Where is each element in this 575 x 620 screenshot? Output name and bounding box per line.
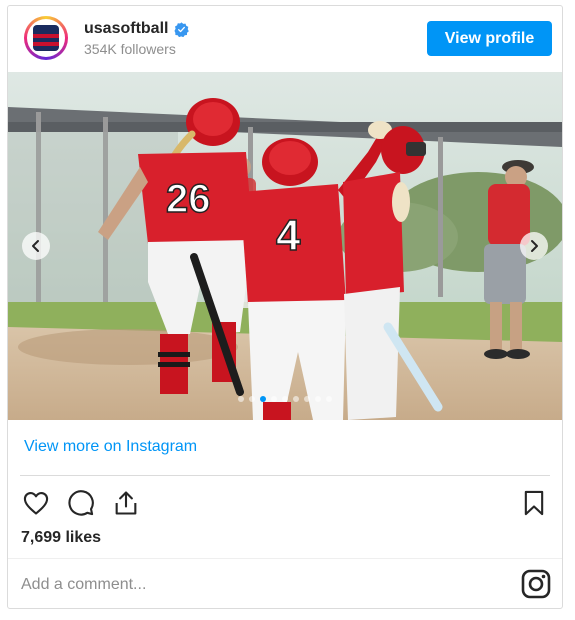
save-button[interactable] [517,486,551,520]
post-image[interactable]: 26 4 [8,72,562,420]
comment-button[interactable] [64,486,98,520]
carousel-dot [315,396,321,402]
instagram-embed-card: usasoftball 354K followers View profile [7,5,563,609]
carousel-dot [326,396,332,402]
like-button[interactable] [19,486,53,520]
carousel-dots [8,396,562,402]
verified-icon [174,21,190,37]
carousel-dot [271,396,277,402]
carousel-dot [304,396,310,402]
view-more-link[interactable]: View more on Instagram [24,438,197,456]
jersey-number-26: 26 [166,177,211,221]
comment-input[interactable]: Add a comment... [21,576,146,594]
post-header: usasoftball 354K followers View profile [8,6,562,72]
like-count: 7,699 likes [21,529,102,546]
action-bar [8,486,562,520]
share-button[interactable] [109,486,143,520]
carousel-dot [282,396,288,402]
comment-icon [68,490,94,516]
previous-slide-button[interactable] [22,232,50,260]
share-icon [115,491,137,515]
carousel-dot [260,396,266,402]
view-profile-button[interactable]: View profile [427,21,552,56]
avatar[interactable] [24,16,68,60]
jersey-number-4: 4 [276,211,301,260]
bookmark-icon [524,490,544,516]
chevron-right-icon [531,240,538,252]
follower-count: 354K followers [84,41,176,57]
divider [8,558,562,559]
carousel-dot [249,396,255,402]
divider [20,475,550,476]
chevron-left-icon [32,240,39,252]
instagram-icon[interactable] [520,568,552,600]
carousel-dot [293,396,299,402]
next-slide-button[interactable] [520,232,548,260]
usa-softball-logo [33,25,59,51]
softball-players-photo: 26 4 [8,72,562,420]
heart-icon [23,492,49,515]
username[interactable]: usasoftball [84,20,168,38]
carousel-dot [238,396,244,402]
